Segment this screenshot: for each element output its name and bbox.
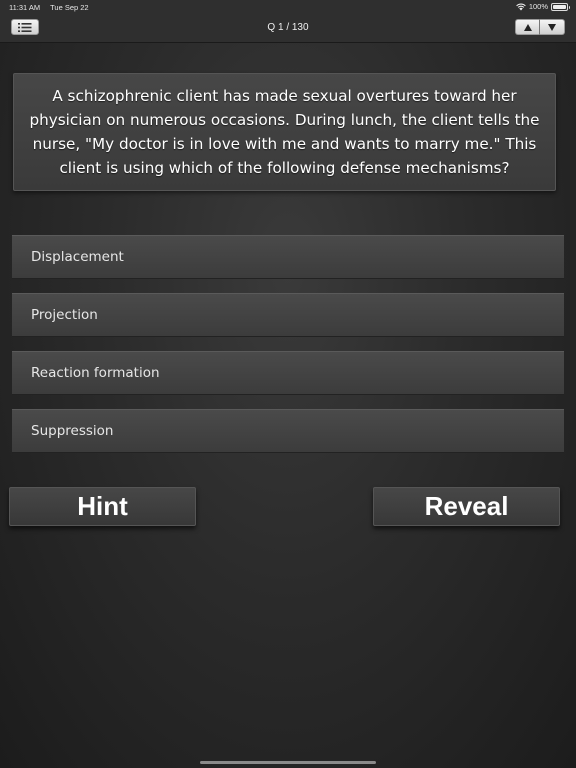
question-card: A schizophrenic client has made sexual o… (13, 73, 556, 191)
status-time: 11:31 AM (9, 3, 41, 12)
navigation-bar: Q 1 / 130 (0, 14, 576, 43)
home-indicator[interactable] (200, 761, 376, 764)
status-left: 11:31 AM Tue Sep 22 (9, 3, 97, 12)
triangle-down-icon (548, 23, 556, 31)
answer-label: Projection (31, 307, 98, 323)
hint-button[interactable]: Hint (9, 487, 196, 526)
question-counter: Q 1 / 130 (267, 22, 309, 33)
answer-option-1[interactable]: Displacement (12, 235, 564, 279)
battery-icon (551, 2, 570, 11)
battery-percent: 100% (528, 2, 548, 11)
reveal-button[interactable]: Reveal (373, 487, 560, 526)
question-text: A schizophrenic client has made sexual o… (29, 87, 540, 177)
answer-label: Suppression (31, 423, 114, 439)
answer-option-2[interactable]: Projection (12, 293, 564, 337)
status-bar: 11:31 AM Tue Sep 22 100% (0, 0, 576, 14)
triangle-up-icon (523, 23, 532, 31)
status-right: 100% (516, 2, 570, 11)
next-question-button[interactable] (540, 19, 565, 35)
previous-question-button[interactable] (515, 19, 540, 35)
answer-option-4[interactable]: Suppression (12, 409, 564, 453)
answer-label: Displacement (31, 249, 124, 265)
status-date: Tue Sep 22 (50, 3, 89, 12)
answer-label: Reaction formation (31, 365, 160, 381)
question-nav-arrows (515, 19, 565, 35)
wifi-icon (516, 3, 526, 10)
answer-option-3[interactable]: Reaction formation (12, 351, 564, 395)
